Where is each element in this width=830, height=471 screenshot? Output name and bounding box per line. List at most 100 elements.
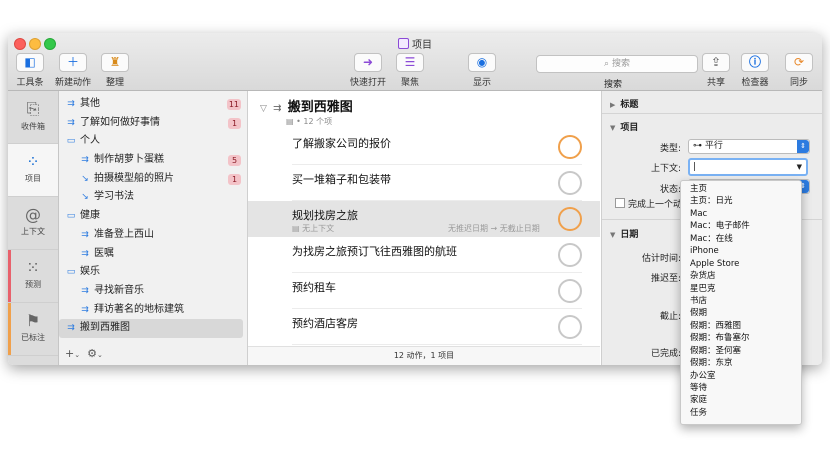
perspective-flagged[interactable]: ⚑ 已标注	[8, 303, 58, 356]
task-row[interactable]: 预约租车	[248, 273, 600, 309]
menu-item[interactable]: 杂货店	[681, 270, 801, 282]
sidebar-item-model-ship-photos[interactable]: ↘ 拍摄模型船的照片 1	[59, 170, 247, 189]
sidebar-item-west-mountain[interactable]: ⇉ 准备登上西山	[59, 226, 247, 245]
perspective-review[interactable]: ☕	[8, 356, 58, 365]
sidebar-item-move-to-seattle[interactable]: ⇉ 搬到西雅图	[59, 319, 243, 338]
sidebar-folder-health[interactable]: ▭ 健康	[59, 207, 247, 226]
menu-item[interactable]: 主页	[681, 183, 801, 195]
sync-button[interactable]: ⟳ 同步	[785, 53, 813, 88]
sidebar-folder-personal[interactable]: ▭ 个人	[59, 132, 247, 151]
task-title[interactable]: 为找房之旅预订飞往西雅图的航班	[292, 243, 457, 259]
task-dates[interactable]: 无推迟日期 → 无截止日期	[448, 223, 540, 234]
folder-icon: ▭	[66, 211, 76, 222]
task-title[interactable]: 了解搬家公司的报价	[292, 135, 391, 151]
sidebar-item-landmarks[interactable]: ⇉ 拜访著名的地标建筑	[59, 301, 247, 320]
parallel-icon: ⇉	[67, 117, 75, 128]
sidebar-item-getting-things-done[interactable]: ⇉ 了解如何做好事情 1	[59, 114, 247, 133]
disclosure-down-icon: ▼	[610, 231, 616, 239]
estimate-label: 估计时间:	[641, 254, 681, 264]
title-section-header[interactable]: ▶ 标题	[610, 97, 638, 110]
menu-item[interactable]: 假期：西雅图	[681, 320, 801, 332]
inspector-button[interactable]: ⓘ 检查器	[741, 53, 769, 88]
folder-icon: ▭	[66, 267, 76, 278]
task-row[interactable]: 买一堆箱子和包装带	[248, 165, 600, 201]
chevron-updown-icon: ⇕	[797, 140, 809, 153]
at-icon: @	[25, 205, 41, 224]
menu-item[interactable]: Mac：电子邮件	[681, 220, 801, 232]
chevron-down-icon: ▼	[796, 163, 802, 171]
sidebar-item-new-music[interactable]: ⇉ 寻找新音乐	[59, 282, 247, 301]
project-doc-icon	[398, 38, 409, 49]
task-row-selected[interactable]: 规划找房之旅 ▤ 无上下文 无推迟日期 → 无截止日期	[248, 201, 600, 237]
status-circle[interactable]	[558, 243, 582, 267]
dates-section-header[interactable]: ▼ 日期	[610, 227, 638, 240]
perspective-projects[interactable]: ⁘ 项目	[8, 144, 58, 197]
add-project-button[interactable]: +	[65, 347, 74, 360]
project-meta: ▤ • 12 个项	[286, 117, 333, 126]
search-input[interactable]: ⌕ 搜索	[536, 55, 698, 73]
menu-item[interactable]: 任务	[681, 407, 801, 419]
status-circle[interactable]	[558, 315, 582, 339]
close-window-button[interactable]	[14, 38, 26, 50]
type-popup[interactable]: ⊶ 平行 ⇕	[688, 139, 810, 154]
status-circle-flagged[interactable]	[558, 135, 582, 159]
search-icon: ⌕	[604, 59, 612, 69]
context-field[interactable]: | ▼	[688, 158, 808, 176]
project-section-header[interactable]: ▼ 项目	[610, 120, 638, 133]
info-icon: ⓘ	[741, 53, 769, 72]
type-label: 类型:	[659, 144, 681, 154]
task-title[interactable]: 预约租车	[292, 279, 336, 295]
share-button[interactable]: ⇪ 共享	[702, 53, 730, 88]
window-title: 项目	[398, 36, 432, 51]
project-title[interactable]: 搬到西雅图	[288, 100, 353, 115]
menu-item[interactable]: 家庭	[681, 394, 801, 406]
menu-item[interactable]: 书店	[681, 295, 801, 307]
task-row[interactable]: 为找房之旅预订飞往西雅图的航班	[248, 237, 600, 273]
task-title[interactable]: 买一堆箱子和包装带	[292, 171, 391, 187]
perspective-inbox[interactable]: ⎘ 收件箱	[8, 91, 58, 144]
task-row[interactable]: 预约酒店客房	[248, 309, 600, 345]
plus-icon: ＋	[59, 53, 87, 72]
task-context[interactable]: ▤ 无上下文	[292, 223, 334, 234]
sidebar-toggle-button[interactable]: ◧ 工具条	[16, 53, 44, 88]
status-circle[interactable]	[558, 171, 582, 195]
view-button[interactable]: ◉ 显示	[468, 53, 496, 88]
task-title[interactable]: 预约酒店客房	[292, 315, 358, 331]
sequential-icon: ↘	[81, 192, 89, 203]
status-circle-flagged[interactable]	[558, 207, 582, 231]
menu-item[interactable]: 假期：布鲁塞尔	[681, 332, 801, 344]
parallel-icon: ⇉	[67, 99, 75, 109]
cleanup-button[interactable]: ♜ 整理	[101, 53, 129, 88]
task-title[interactable]: 规划找房之旅	[292, 207, 358, 223]
sidebar-item-carrot-cake[interactable]: ⇉ 制作胡萝卜蛋糕 5	[59, 151, 247, 170]
perspective-forecast[interactable]: ⁙ 预测	[8, 250, 58, 303]
sidebar-folder-entertainment[interactable]: ▭ 娱乐	[59, 263, 247, 282]
menu-item[interactable]: 主页：日光	[681, 195, 801, 207]
sidebar-item-misc[interactable]: ⇉ 其他 11	[59, 95, 247, 114]
perspective-contexts[interactable]: @ 上下文	[8, 197, 58, 250]
new-action-button[interactable]: ＋ 新建动作	[55, 53, 91, 88]
minimize-window-button[interactable]	[29, 38, 41, 50]
zoom-window-button[interactable]	[44, 38, 56, 50]
menu-item[interactable]: 假期	[681, 307, 801, 319]
status-circle[interactable]	[558, 279, 582, 303]
broom-icon: ♜	[101, 53, 129, 72]
sidebar-item-doctor-orders[interactable]: ⇉ 医嘱	[59, 245, 247, 264]
gear-icon[interactable]: ⚙	[87, 347, 97, 360]
menu-item[interactable]: Mac	[681, 208, 801, 220]
menu-item[interactable]: 假期：圣何塞	[681, 345, 801, 357]
sidebar-item-calligraphy[interactable]: ↘ 学习书法	[59, 188, 247, 207]
menu-item[interactable]: 假期：东京	[681, 357, 801, 369]
menu-item[interactable]: iPhone	[681, 245, 801, 257]
menu-item[interactable]: Mac：在线	[681, 233, 801, 245]
task-row[interactable]: 了解搬家公司的报价	[248, 129, 600, 165]
quick-open-button[interactable]: ➜ 快速打开	[350, 53, 386, 88]
menu-item[interactable]: 等待	[681, 382, 801, 394]
parallel-icon: ⊶	[693, 141, 705, 151]
complete-with-last-checkbox[interactable]: 完成上一个动	[615, 197, 682, 210]
disclosure-triangle-icon[interactable]: ▽	[260, 104, 267, 114]
focus-button[interactable]: ☰ 聚焦	[396, 53, 424, 88]
menu-item[interactable]: 办公室	[681, 370, 801, 382]
menu-item[interactable]: 星巴克	[681, 283, 801, 295]
menu-item[interactable]: Apple Store	[681, 258, 801, 270]
